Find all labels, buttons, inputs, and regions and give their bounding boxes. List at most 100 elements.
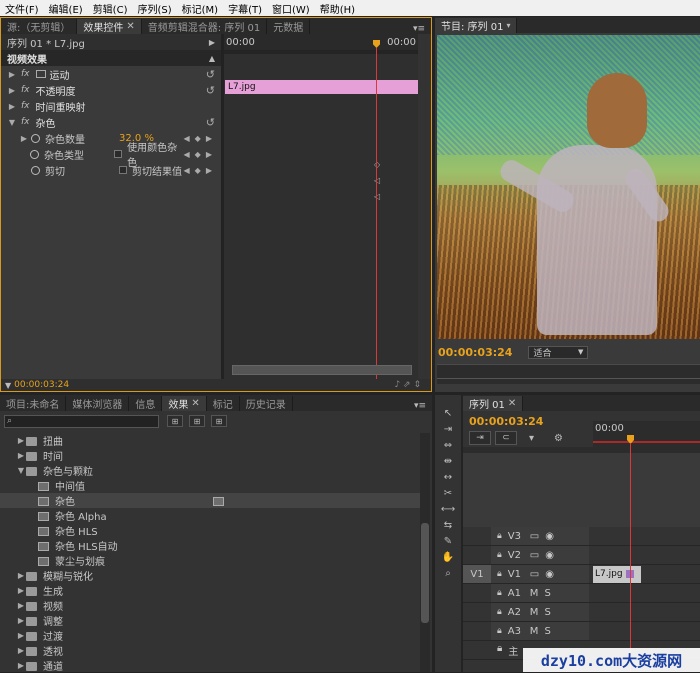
zoom-tool-icon[interactable]: ⌕	[435, 565, 461, 581]
checkbox[interactable]	[119, 166, 127, 174]
solo-icon[interactable]: S	[544, 626, 550, 637]
eye-icon[interactable]: ◉	[545, 550, 554, 561]
effects-folder[interactable]: ▶ 模糊与锐化	[0, 568, 420, 583]
effects-folder[interactable]: ▶ 过渡	[0, 628, 420, 643]
expand-arrow-icon[interactable]: ▶	[209, 38, 215, 47]
close-icon[interactable]: ✕	[191, 398, 199, 409]
menu-item[interactable]: 标记(M)	[177, 1, 223, 16]
zoom-select[interactable]: 适合 ▼	[528, 345, 589, 359]
effects-folder[interactable]: ▶ 扭曲	[0, 433, 420, 448]
menu-item[interactable]: 编辑(E)	[44, 1, 88, 16]
tab-source-panel[interactable]: 音频剪辑混合器: 序列 01	[142, 19, 268, 34]
effect-item[interactable]: 中间值	[0, 478, 420, 493]
disclosure-triangle-icon[interactable]: ▶	[16, 436, 26, 445]
mute-icon[interactable]: M	[530, 607, 539, 618]
track-row[interactable]: 🔒︎ A3 M S	[463, 622, 700, 641]
audio-icon[interactable]: ♪ ⇗ ⇕	[394, 380, 421, 390]
panel-menu-icon[interactable]: ▾≡	[414, 401, 426, 411]
fx-toggle-icon[interactable]: fx	[21, 69, 30, 79]
program-timecode[interactable]: 00:00:03:24	[438, 346, 512, 359]
motion-icon[interactable]	[35, 70, 46, 78]
checkbox[interactable]	[114, 150, 123, 158]
menu-item[interactable]: 文件(F)	[0, 1, 44, 16]
menu-item[interactable]: 剪辑(C)	[88, 1, 133, 16]
eye-icon[interactable]: ◉	[545, 569, 554, 580]
lock-icon[interactable]: 🔒︎	[497, 550, 502, 560]
effect-item[interactable]: 杂色 Alpha	[0, 508, 420, 523]
menu-item[interactable]: 序列(S)	[132, 1, 176, 16]
tab-source-panel[interactable]: 元数据	[267, 19, 311, 34]
keyframe-icon[interactable]: ◇	[374, 160, 380, 169]
timeline-timecode[interactable]: 00:00:03:24	[469, 415, 543, 428]
effects-folder[interactable]: ▶ 视频	[0, 598, 420, 613]
tab-sequence[interactable]: 序列 01 ✕	[463, 396, 524, 411]
stopwatch-icon[interactable]	[31, 133, 40, 143]
mute-icon[interactable]: M	[530, 588, 539, 599]
clip-bar[interactable]: L7.jpg	[225, 80, 418, 94]
sync-icon[interactable]: ▭	[530, 550, 539, 561]
solo-icon[interactable]: S	[544, 588, 550, 599]
effect-row[interactable]: ▼ fx 杂色 ↺	[1, 114, 221, 130]
slide-tool-icon[interactable]: ⇆	[435, 517, 461, 533]
razor-tool-icon[interactable]: ✂	[435, 485, 461, 501]
disclosure-triangle-icon[interactable]: ▶	[16, 646, 26, 655]
timeline-ruler[interactable]: 00:00	[593, 421, 700, 447]
close-icon[interactable]: ✕	[126, 21, 134, 32]
stopwatch-icon[interactable]	[30, 149, 39, 159]
lock-icon[interactable]: 🔒︎	[497, 626, 502, 636]
32bit-effects-icon[interactable]: ⊞	[189, 415, 205, 427]
effect-controls-timecode[interactable]: 00:00:03:24	[14, 380, 69, 390]
reset-icon[interactable]: ↺	[206, 68, 215, 81]
fx-toggle-icon[interactable]: fx	[21, 117, 30, 127]
disclosure-triangle-icon[interactable]: ▶	[16, 601, 26, 610]
menu-item[interactable]: 窗口(W)	[267, 1, 315, 16]
lock-icon[interactable]: 🔒︎	[497, 607, 502, 617]
track-row[interactable]: 🔒︎ V3 ▭ ◉	[463, 527, 700, 546]
fx-toggle-icon[interactable]: fx	[21, 101, 30, 111]
track-row[interactable]: V1 🔒︎ V1 ▭ ◉ L7.jpg	[463, 565, 700, 584]
reset-icon[interactable]: ↺	[206, 116, 215, 129]
tab-source-panel[interactable]: 源:（无剪辑）	[1, 19, 78, 34]
fx-toggle-icon[interactable]: fx	[21, 85, 30, 95]
keyframe-nav-icon[interactable]: ◀◆▶	[184, 134, 217, 143]
mute-icon[interactable]: M	[530, 626, 539, 637]
collapse-arrow-icon[interactable]: ▲	[209, 54, 215, 63]
add-marker-icon[interactable]: ▾	[529, 433, 534, 444]
track-row[interactable]: 🔒︎ V2 ▭ ◉	[463, 546, 700, 565]
yuv-effects-icon[interactable]: ⊞	[211, 415, 227, 427]
stopwatch-icon[interactable]	[31, 165, 40, 175]
tab-source-panel[interactable]: 效果控件 ✕	[77, 19, 142, 34]
tab-project-panel[interactable]: 标记	[207, 396, 240, 411]
source-patch[interactable]: V1	[470, 569, 483, 580]
panel-menu-icon[interactable]: ▾≡	[413, 24, 425, 34]
disclosure-triangle-icon[interactable]: ▶	[16, 571, 26, 580]
timeline-scrollbar[interactable]	[232, 365, 412, 375]
disclosure-triangle-icon[interactable]: ▼	[16, 466, 26, 475]
effects-folder[interactable]: ▶ 生成	[0, 583, 420, 598]
tab-project-panel[interactable]: 项目:未命名	[0, 396, 67, 411]
track-row[interactable]: 🔒︎ A1 M S	[463, 584, 700, 603]
disclosure-triangle-icon[interactable]: ▶	[16, 631, 26, 640]
effect-row[interactable]: ▶ fx 时间重映射	[1, 98, 221, 114]
solo-icon[interactable]: S	[544, 607, 550, 618]
effects-folder[interactable]: ▼ 杂色与颗粒	[0, 463, 420, 478]
lock-icon[interactable]: 🔒︎	[497, 531, 502, 541]
tab-project-panel[interactable]: 效果 ✕	[162, 396, 207, 411]
effects-folder[interactable]: ▶ 通道	[0, 658, 420, 673]
track-row[interactable]: 🔒︎ A2 M S	[463, 603, 700, 622]
keyframe-nav-icon[interactable]: ◀◆▶	[184, 150, 217, 159]
disclosure-triangle-icon[interactable]: ▶	[7, 102, 17, 111]
effects-scrollbar[interactable]	[420, 433, 430, 672]
rolling-edit-tool-icon[interactable]: ⇹	[435, 453, 461, 469]
tab-program[interactable]: 节目: 序列 01 ▾	[435, 18, 518, 33]
slip-tool-icon[interactable]: ⟷	[435, 501, 461, 517]
rate-stretch-tool-icon[interactable]: ↔	[435, 469, 461, 485]
tab-project-panel[interactable]: 信息	[129, 396, 163, 411]
pen-tool-icon[interactable]: ✎	[435, 533, 461, 549]
tab-project-panel[interactable]: 历史记录	[240, 396, 293, 411]
effect-item[interactable]: 杂色	[0, 493, 420, 508]
sync-icon[interactable]: ▭	[530, 531, 539, 542]
menu-item[interactable]: 帮助(H)	[315, 1, 360, 16]
effect-row[interactable]: ▶ fx 不透明度 ↺	[1, 82, 221, 98]
effect-row[interactable]: ▶ fx 运动 ↺	[1, 66, 221, 82]
